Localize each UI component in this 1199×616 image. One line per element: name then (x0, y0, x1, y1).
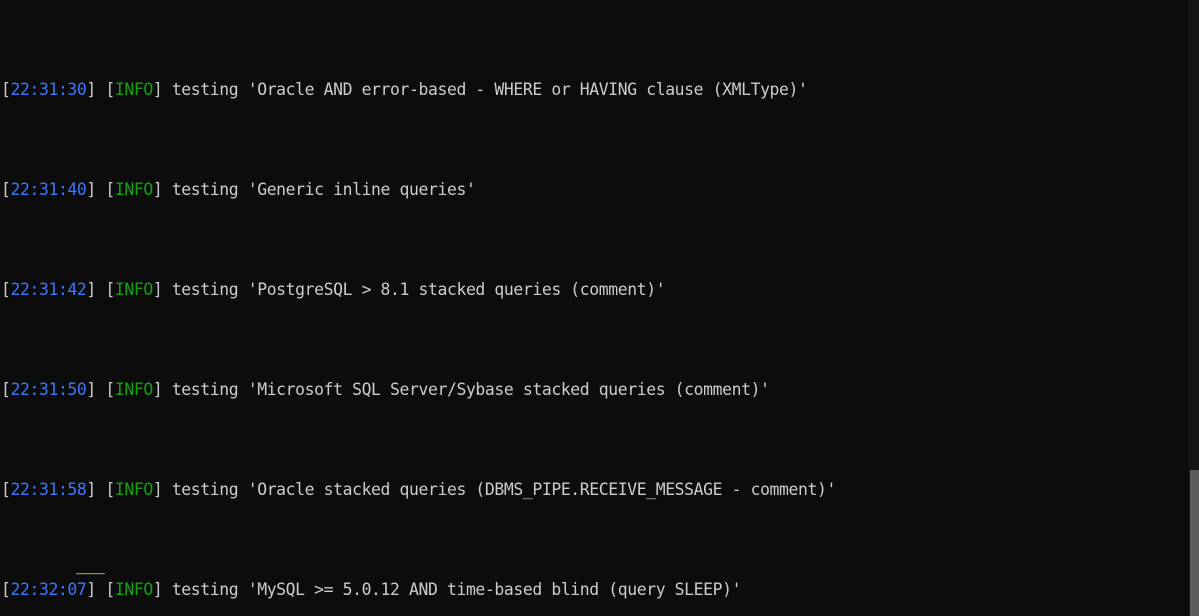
log-message: testing 'Microsoft SQL Server/Sybase sta… (171, 380, 770, 399)
log-line: [22:31:58] [INFO] testing 'Oracle stacke… (1, 480, 837, 499)
log-timestamp: 22:31:30 (10, 80, 87, 99)
log-message: testing 'Oracle stacked queries (DBMS_PI… (171, 480, 837, 499)
log-line: [22:31:42] [INFO] testing 'PostgreSQL > … (1, 280, 666, 299)
scrollbar-thumb[interactable] (1190, 470, 1199, 616)
terminal-window: [22:31:30] [INFO] testing 'Oracle AND er… (0, 0, 1199, 616)
log-timestamp: 22:31:50 (10, 380, 87, 399)
log-level: INFO (114, 480, 153, 499)
log-level: INFO (114, 80, 153, 99)
log-message: testing 'Generic inline queries' (171, 180, 476, 199)
banner-row: ___ (0, 555, 105, 574)
scrollbar-track[interactable] (1189, 0, 1199, 616)
log-timestamp: 22:31:40 (10, 180, 87, 199)
log-level: INFO (114, 180, 153, 199)
sqlmap-banner: ___ __H__ {1.5.10.20#dev} ___ ___["]____… (0, 515, 446, 616)
log-line: [22:31:40] [INFO] testing 'Generic inlin… (1, 180, 476, 199)
log-timestamp: 22:31:42 (10, 280, 87, 299)
log-level: INFO (114, 280, 153, 299)
log-level: INFO (114, 380, 153, 399)
log-message: testing 'PostgreSQL > 8.1 stacked querie… (171, 280, 666, 299)
log-line: [22:31:30] [INFO] testing 'Oracle AND er… (1, 80, 808, 99)
log-message: testing 'Oracle AND error-based - WHERE … (171, 80, 808, 99)
log-timestamp: 22:31:58 (10, 480, 87, 499)
log-line: [22:31:50] [INFO] testing 'Microsoft SQL… (1, 380, 770, 399)
